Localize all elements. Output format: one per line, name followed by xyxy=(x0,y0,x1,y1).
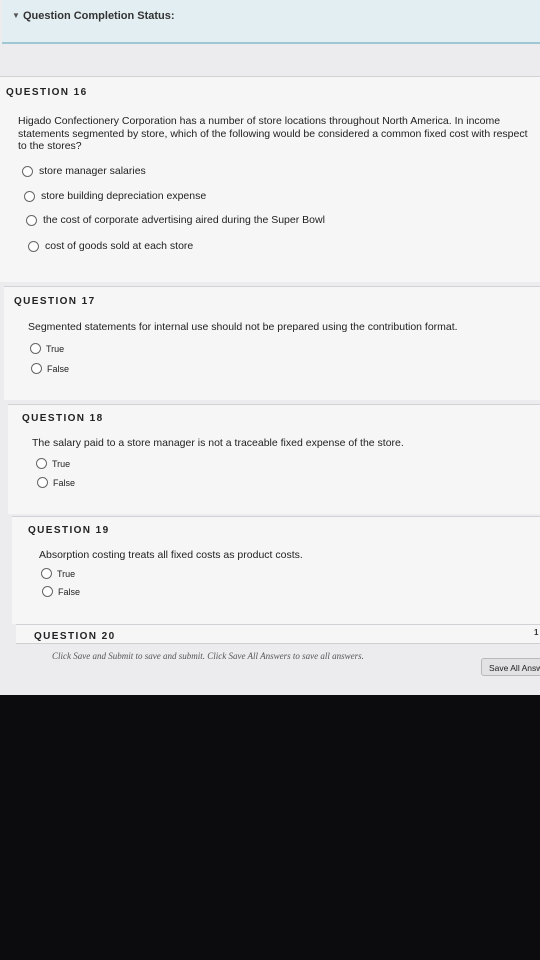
question-20: QUESTION 20 xyxy=(16,624,540,644)
answer-option[interactable]: False xyxy=(37,477,75,488)
radio-button[interactable] xyxy=(30,343,41,354)
answer-option[interactable]: store manager salaries xyxy=(22,165,146,177)
question-17: QUESTION 17 Segmented statements for int… xyxy=(4,286,540,400)
question-title: QUESTION 18 xyxy=(22,413,104,424)
question-title: QUESTION 16 xyxy=(6,87,88,98)
answer-option[interactable]: True xyxy=(41,568,75,579)
option-label[interactable]: False xyxy=(58,587,80,597)
question-19: QUESTION 19 Absorption costing treats al… xyxy=(12,516,540,624)
question-title: QUESTION 19 xyxy=(28,525,110,536)
option-label[interactable]: False xyxy=(53,478,75,488)
answer-option[interactable]: store building depreciation expense xyxy=(24,190,206,202)
question-completion-status-bar[interactable]: ▼ Question Completion Status: xyxy=(2,0,540,44)
question-18: QUESTION 18 The salary paid to a store m… xyxy=(8,404,540,514)
answer-option[interactable]: False xyxy=(31,363,69,374)
screen: ▼ Question Completion Status: QUESTION 1… xyxy=(0,0,540,695)
question-text: Absorption costing treats all fixed cost… xyxy=(39,549,303,561)
answer-option[interactable]: True xyxy=(30,343,64,354)
answer-option[interactable]: cost of goods sold at each store xyxy=(28,240,193,252)
radio-button[interactable] xyxy=(22,165,33,177)
radio-button[interactable] xyxy=(31,363,42,374)
question-text: Higado Confectionery Corporation has a n… xyxy=(18,115,528,152)
collapse-chevron-icon[interactable]: ▼ xyxy=(12,11,20,20)
option-label[interactable]: True xyxy=(52,459,70,469)
question-title: QUESTION 20 xyxy=(34,631,116,642)
radio-button[interactable] xyxy=(41,568,52,579)
option-label[interactable]: store manager salaries xyxy=(39,165,146,177)
question-text: Segmented statements for internal use sh… xyxy=(28,321,458,333)
radio-button[interactable] xyxy=(24,190,35,202)
question-title: QUESTION 17 xyxy=(14,296,96,307)
submit-instructions: Click Save and Submit to save and submit… xyxy=(52,651,364,661)
option-label[interactable]: False xyxy=(47,364,69,374)
radio-button[interactable] xyxy=(37,477,48,488)
answer-option[interactable]: True xyxy=(36,458,70,469)
option-label[interactable]: store building depreciation expense xyxy=(41,190,206,202)
radio-button[interactable] xyxy=(26,214,37,226)
question-16: QUESTION 16 Higado Confectionery Corpora… xyxy=(0,76,540,282)
option-label[interactable]: the cost of corporate advertising aired … xyxy=(43,214,325,226)
answer-option[interactable]: the cost of corporate advertising aired … xyxy=(26,214,325,226)
save-all-answers-button[interactable]: Save All Answers xyxy=(481,658,540,676)
answer-option[interactable]: False xyxy=(42,586,80,597)
option-label[interactable]: True xyxy=(57,569,75,579)
radio-button[interactable] xyxy=(42,586,53,597)
question-text: The salary paid to a store manager is no… xyxy=(32,437,404,449)
radio-button[interactable] xyxy=(28,240,39,252)
option-label[interactable]: True xyxy=(46,344,64,354)
option-label[interactable]: cost of goods sold at each store xyxy=(45,240,193,252)
completion-status-label: Question Completion Status: xyxy=(23,10,175,22)
radio-button[interactable] xyxy=(36,458,47,469)
page-indicator: 1 xyxy=(534,628,539,637)
